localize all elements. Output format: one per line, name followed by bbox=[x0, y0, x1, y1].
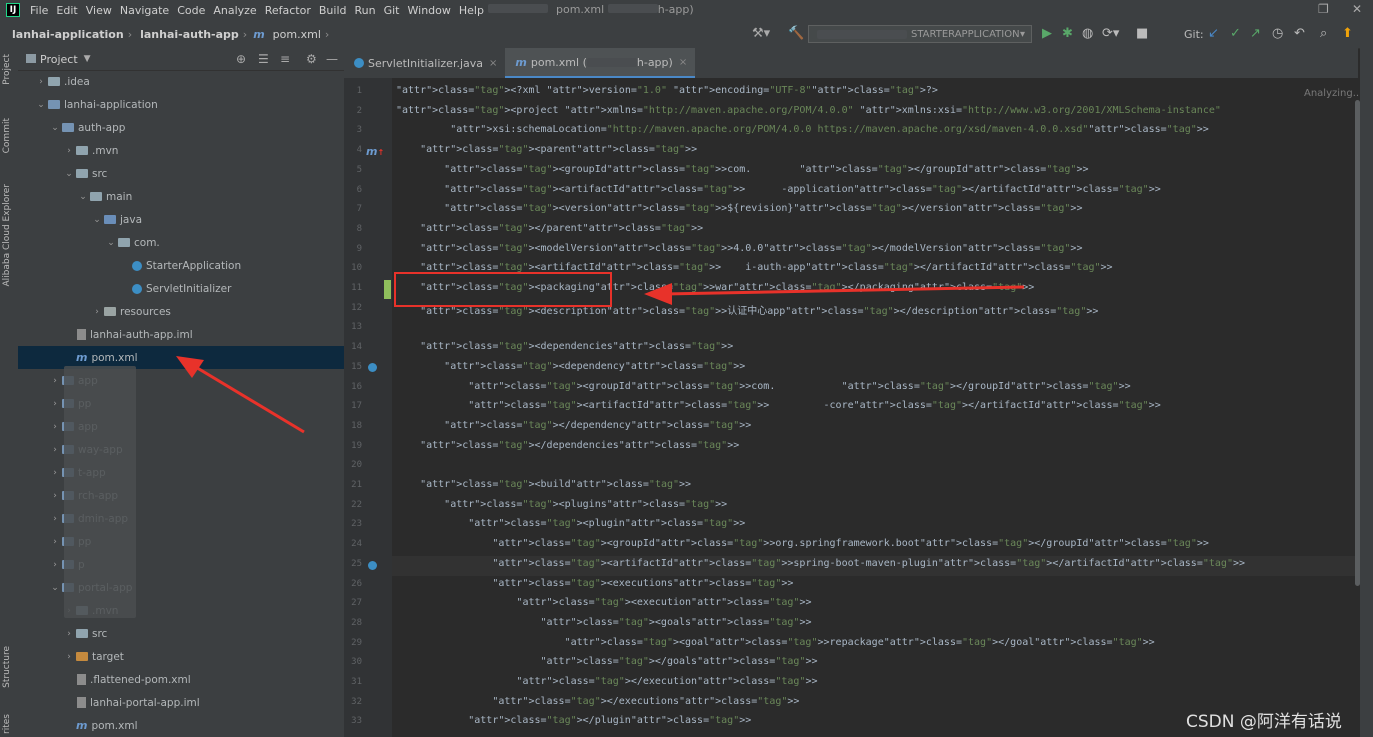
arrow-to-pom-file bbox=[176, 356, 305, 434]
annotation-arrows bbox=[176, 283, 1025, 434]
arrow-to-packaging bbox=[644, 283, 1025, 305]
csdn-watermark: CSDN @阿洋有话说 bbox=[1186, 712, 1342, 732]
